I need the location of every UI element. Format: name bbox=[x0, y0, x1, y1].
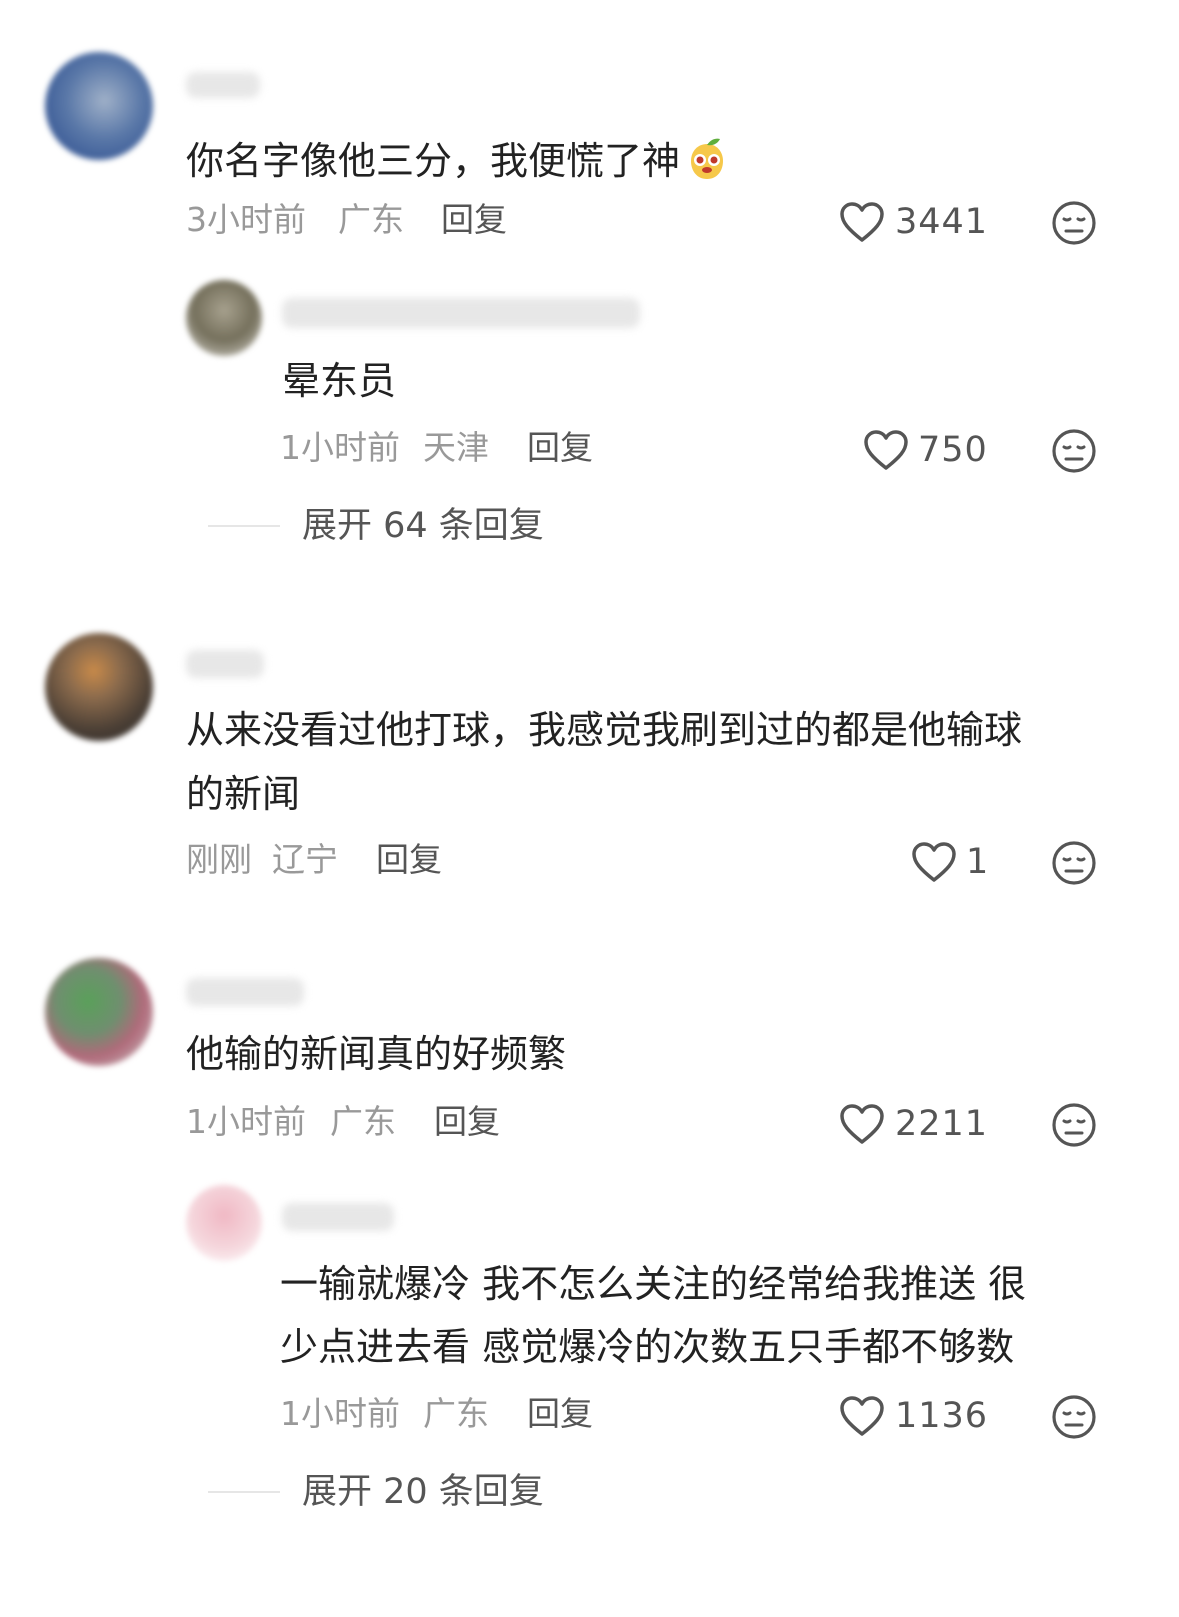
reply-button[interactable]: 回复 bbox=[527, 1397, 593, 1430]
like-count: 750 bbox=[918, 430, 988, 470]
username-blurred[interactable] bbox=[186, 650, 264, 678]
mango-emoji-icon bbox=[691, 138, 724, 179]
reply-button[interactable]: 回复 bbox=[527, 431, 593, 464]
heart-outline-icon[interactable] bbox=[838, 200, 886, 244]
avatar[interactable] bbox=[45, 52, 153, 160]
expand-replies-button[interactable]: 展开 20 条回复 bbox=[302, 1475, 544, 1510]
heart-outline-icon[interactable] bbox=[838, 1102, 886, 1146]
like-count: 1 bbox=[966, 842, 990, 882]
meh-face-icon[interactable] bbox=[1050, 199, 1098, 247]
reply-location: 广东 bbox=[423, 1394, 489, 1433]
reply-time: 1小时前 bbox=[280, 428, 400, 467]
like-count: 2211 bbox=[895, 1104, 989, 1144]
comment-text: 你名字像他三分，我便慌了神 bbox=[186, 134, 732, 184]
expand-divider bbox=[208, 1491, 280, 1493]
comment-time: 刚刚 bbox=[186, 840, 252, 879]
username-blurred[interactable] bbox=[282, 298, 640, 328]
reply-location: 天津 bbox=[423, 428, 489, 467]
like-count: 1136 bbox=[895, 1396, 989, 1436]
comment-location: 广东 bbox=[330, 1102, 396, 1141]
heart-outline-icon[interactable] bbox=[838, 1394, 886, 1438]
avatar[interactable] bbox=[186, 1185, 262, 1261]
reply-text-line2: 少点进去看 感觉爆冷的次数五只手都不够数 bbox=[280, 1325, 1015, 1369]
reply-text: 晕东员 bbox=[282, 359, 397, 403]
comment-location: 辽宁 bbox=[272, 840, 338, 879]
expand-divider bbox=[208, 525, 280, 527]
comment-time: 1小时前 bbox=[186, 1102, 306, 1141]
avatar[interactable] bbox=[186, 280, 262, 356]
meh-face-icon[interactable] bbox=[1050, 839, 1098, 887]
comment-location: 广东 bbox=[338, 200, 404, 239]
reply-button[interactable]: 回复 bbox=[441, 203, 507, 236]
comment-text: 他输的新闻真的好频繁 bbox=[186, 1032, 567, 1076]
comment-time: 3小时前 bbox=[186, 200, 306, 239]
reply-text-line1: 一输就爆冷 我不怎么关注的经常给我推送 很 bbox=[280, 1262, 1027, 1306]
reply-button[interactable]: 回复 bbox=[376, 843, 442, 876]
comment-text-line2: 的新闻 bbox=[186, 772, 301, 816]
avatar[interactable] bbox=[45, 958, 153, 1066]
heart-outline-icon[interactable] bbox=[862, 428, 910, 472]
avatar[interactable] bbox=[45, 633, 153, 741]
expand-replies-button[interactable]: 展开 64 条回复 bbox=[302, 509, 544, 544]
meh-face-icon[interactable] bbox=[1050, 1101, 1098, 1149]
like-count: 3441 bbox=[895, 202, 989, 242]
heart-outline-icon[interactable] bbox=[910, 840, 958, 884]
reply-time: 1小时前 bbox=[280, 1394, 400, 1433]
username-blurred[interactable] bbox=[186, 978, 304, 1006]
username-blurred[interactable] bbox=[282, 1203, 394, 1231]
meh-face-icon[interactable] bbox=[1050, 427, 1098, 475]
username-blurred[interactable] bbox=[186, 72, 260, 98]
reply-button[interactable]: 回复 bbox=[434, 1105, 500, 1138]
comment-text-line1: 从来没看过他打球，我感觉我刷到过的都是他输球 bbox=[186, 708, 1023, 752]
meh-face-icon[interactable] bbox=[1050, 1393, 1098, 1441]
